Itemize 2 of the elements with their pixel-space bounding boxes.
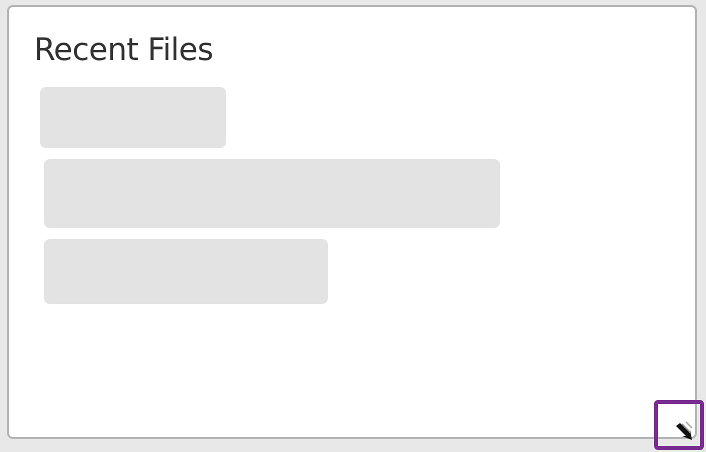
resize-handle[interactable] [654,400,704,450]
card-title: Recent Files [34,31,214,69]
